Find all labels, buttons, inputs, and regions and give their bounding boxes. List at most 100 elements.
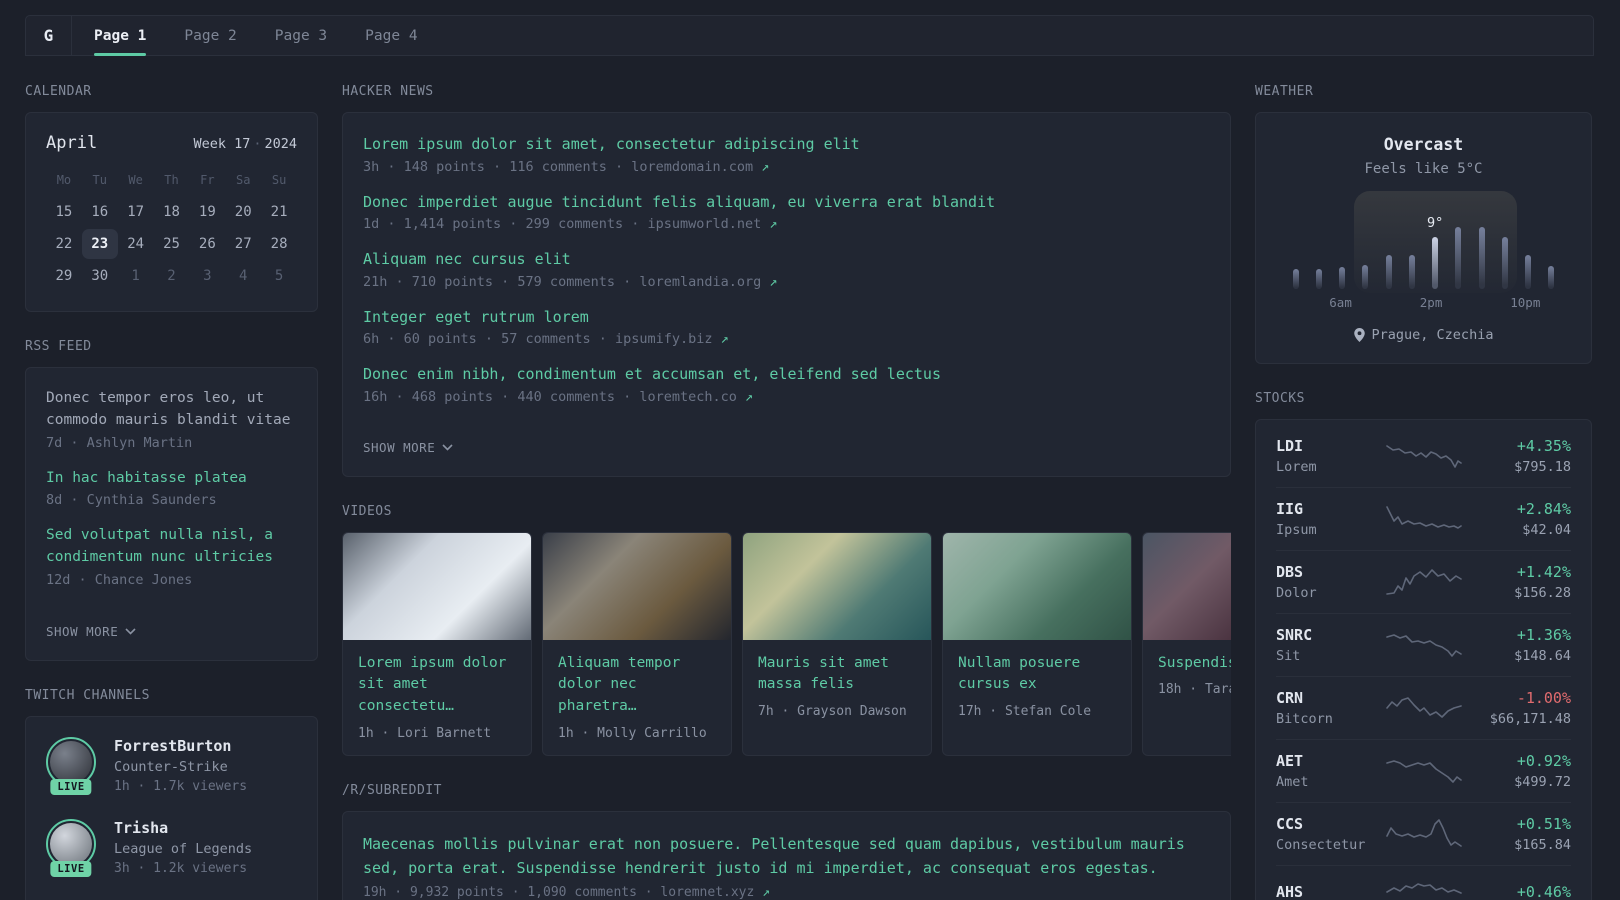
external-link-icon[interactable]: ↗: [721, 331, 729, 347]
video-card[interactable]: Suspendisse diam 18h · Tara: [1142, 531, 1231, 756]
calendar-day: 22: [55, 236, 73, 252]
stock-sparkline: [1385, 760, 1462, 783]
tab-page-4[interactable]: Page 4: [365, 16, 417, 55]
tab-page-1[interactable]: Page 1: [94, 16, 147, 56]
external-link-icon[interactable]: ↗: [762, 885, 770, 900]
hackernews-widget: HACKER NEWS Lorem ipsum dolor sit amet, …: [342, 84, 1231, 477]
weekday-label: We: [128, 173, 143, 187]
video-title-link[interactable]: Aliquam tempor dolor nec pharetra…: [558, 653, 716, 718]
stocks-section-label: STOCKS: [1255, 391, 1305, 406]
video-title-link[interactable]: Mauris sit amet massa felis: [758, 653, 916, 697]
weather-time-tick: 10pm: [1510, 295, 1541, 310]
stock-change: +1.42%: [1516, 563, 1571, 581]
stock-change: +0.92%: [1516, 752, 1571, 770]
twitch-channel-row[interactable]: LIVE ForrestBurton Counter-Strike 1h · 1…: [46, 736, 297, 795]
video-card[interactable]: Mauris sit amet massa felis 7h · Grayson…: [742, 531, 932, 756]
stock-row[interactable]: LDI Lorem +4.35% $795.18: [1276, 425, 1571, 487]
hn-item-link[interactable]: Aliquam nec cursus elit: [363, 248, 1210, 271]
dashboard-grid: CALENDAR April Week 17 · 2024 Mo Tu We Th …: [0, 56, 1620, 900]
weather-condition: Overcast: [1383, 135, 1464, 154]
weather-bar: [1548, 266, 1555, 289]
weather-time-tick: [1375, 295, 1398, 310]
rss-item-meta: 12d · Chance Jones: [46, 571, 193, 588]
weather-bar: [1478, 227, 1485, 289]
twitch-channel-row[interactable]: LIVE Trisha League of Legends 3h · 1.2k …: [46, 818, 297, 877]
rss-item: Donec tempor eros leo, ut commodo mauris…: [46, 388, 297, 451]
twitch-avatar-wrap: LIVE: [46, 818, 96, 877]
video-card[interactable]: Lorem ipsum dolor sit amet consectetu… 1…: [342, 531, 532, 756]
weather-bar: [1501, 237, 1508, 289]
calendar-day: 21: [270, 204, 288, 220]
reddit-post-link[interactable]: Maecenas mollis pulvinar erat non posuer…: [363, 832, 1210, 880]
video-carousel[interactable]: Lorem ipsum dolor sit amet consectetu… 1…: [342, 531, 1231, 756]
weather-chart: 9° 6am 2pm 10pm: [1284, 191, 1563, 310]
video-title-link[interactable]: Suspendisse diam: [1158, 653, 1231, 675]
rss-show-more-button[interactable]: SHOW MORE: [46, 624, 136, 639]
reddit-meta-text: 19h · 9,932 points · 1,090 comments · lo…: [363, 884, 755, 900]
stock-row[interactable]: CCS Consectetur +0.51% $165.84: [1276, 802, 1571, 865]
external-link-icon[interactable]: ↗: [761, 159, 769, 175]
weather-bar-cell: [1284, 269, 1307, 289]
external-link-icon[interactable]: ↗: [745, 389, 753, 405]
stock-sparkline: [1385, 697, 1462, 718]
stock-name: Bitcorn: [1276, 711, 1333, 727]
reddit-post-meta: 19h · 9,932 points · 1,090 comments · lo…: [363, 885, 1210, 900]
weekday-label: Su: [271, 173, 287, 187]
stock-name: Dolor: [1276, 585, 1317, 601]
stock-sparkline: [1385, 634, 1462, 657]
weather-card: Overcast Feels like 5°C 9° 6am 2pm 10pm Pra…: [1255, 112, 1592, 364]
external-link-icon[interactable]: ↗: [769, 274, 777, 290]
hn-item: Aliquam nec cursus elit 21h · 710 points…: [363, 248, 1210, 290]
stock-row[interactable]: CRN Bitcorn -1.00% $66,171.48: [1276, 676, 1571, 739]
external-link-icon[interactable]: ↗: [769, 216, 777, 232]
stock-row[interactable]: AHS +0.46%: [1276, 865, 1571, 900]
stock-price: $795.18: [1514, 459, 1571, 475]
weekday-label: Mo: [56, 173, 72, 187]
hn-show-more-button[interactable]: SHOW MORE: [363, 440, 453, 455]
rss-item-meta: 8d · Cynthia Saunders: [46, 492, 217, 509]
app-logo[interactable]: G: [26, 16, 72, 55]
hn-item-link[interactable]: Donec imperdiet augue tincidunt felis al…: [363, 191, 1210, 214]
video-meta: 1h · Lori Barnett: [358, 725, 492, 741]
calendar-day: 28: [270, 236, 288, 252]
hn-item-link[interactable]: Lorem ipsum dolor sit amet, consectetur …: [363, 133, 1210, 156]
twitch-card: LIVE ForrestBurton Counter-Strike 1h · 1…: [25, 715, 318, 900]
weather-bar: [1339, 267, 1346, 289]
stock-ticker: DBS: [1276, 563, 1304, 581]
stock-price: $499.72: [1514, 774, 1571, 790]
stock-row[interactable]: SNRC Sit +1.36% $148.64: [1276, 613, 1571, 676]
video-title-link[interactable]: Lorem ipsum dolor sit amet consectetu…: [358, 653, 516, 718]
chevron-down-icon: [442, 443, 453, 451]
rss-item-link[interactable]: Sed volutpat nulla nisl, a condimentum n…: [46, 525, 297, 569]
video-thumbnail: [1143, 532, 1231, 640]
video-card[interactable]: Aliquam tempor dolor nec pharetra… 1h · …: [542, 531, 732, 756]
video-thumbnail: [543, 532, 731, 640]
reddit-post: Maecenas mollis pulvinar erat non posuer…: [363, 832, 1210, 900]
stock-row[interactable]: IIG Ipsum +2.84% $42.04: [1276, 487, 1571, 550]
weather-bar: [1525, 255, 1532, 289]
hn-item: Integer eget rutrum lorem 6h · 60 points…: [363, 306, 1210, 348]
stock-ticker: CRN: [1276, 689, 1304, 707]
calendar-day: 4: [238, 268, 248, 284]
subreddit-section-label: /R/SUBREDDIT: [342, 782, 442, 798]
rss-item-link[interactable]: Donec tempor eros leo, ut commodo mauris…: [46, 388, 297, 432]
tab-page-3[interactable]: Page 3: [275, 16, 327, 55]
twitch-channel-meta: 1h · 1.7k viewers: [114, 778, 248, 794]
video-card[interactable]: Nullam posuere cursus ex 17h · Stefan Co…: [942, 531, 1132, 756]
twitch-channel-meta: 3h · 1.2k viewers: [114, 860, 248, 876]
calendar-day-selected: 23: [81, 229, 118, 259]
calendar-day: 25: [163, 236, 180, 252]
hn-item-link[interactable]: Integer eget rutrum lorem: [363, 306, 1210, 329]
stock-price: $42.04: [1522, 522, 1571, 538]
video-thumbnail: [343, 532, 531, 640]
stock-row[interactable]: AET Amet +0.92% $499.72: [1276, 739, 1571, 802]
hackernews-card: Lorem ipsum dolor sit amet, consectetur …: [342, 112, 1231, 477]
tab-page-2[interactable]: Page 2: [184, 16, 236, 55]
hn-meta-text: 1d · 1,414 points · 299 comments · ipsum…: [363, 216, 762, 232]
rss-item-link[interactable]: In hac habitasse platea: [46, 468, 297, 490]
video-title-link[interactable]: Nullam posuere cursus ex: [958, 653, 1116, 697]
stock-row[interactable]: DBS Dolor +1.42% $156.28: [1276, 550, 1571, 613]
stocks-widget: STOCKS LDI Lorem +4.35% $795.18 IIG Ipsum +…: [1255, 391, 1592, 900]
stock-price: $148.64: [1514, 648, 1571, 664]
hn-item-link[interactable]: Donec enim nibh, condimentum et accumsan…: [363, 363, 1210, 386]
